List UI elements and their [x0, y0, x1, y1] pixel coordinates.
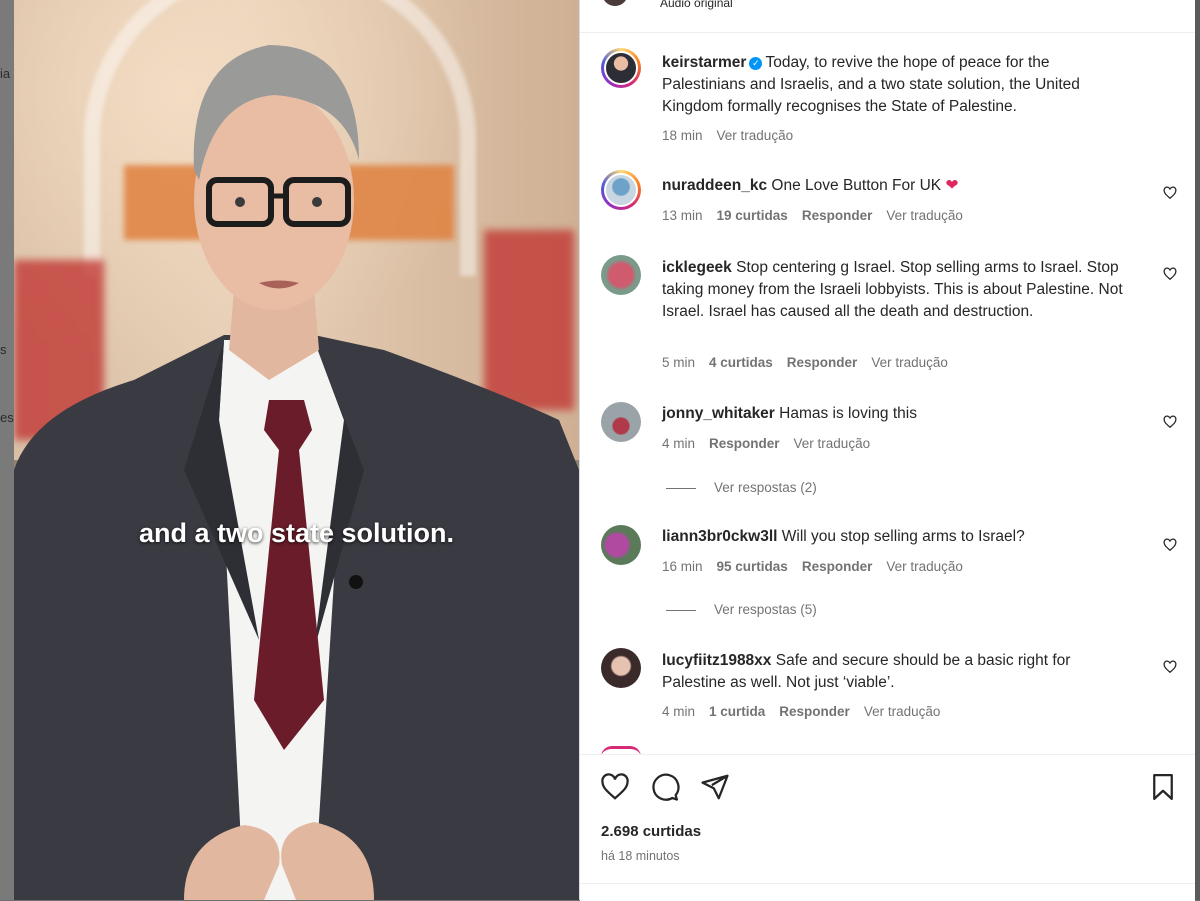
background-text-fragment: ia — [0, 66, 11, 81]
caption-meta: 18 min Ver tradução — [662, 128, 807, 143]
view-replies-label[interactable]: Ver respostas (2) — [714, 480, 817, 495]
translate-link[interactable]: Ver tradução — [794, 436, 871, 451]
translate-link[interactable]: Ver tradução — [886, 559, 963, 574]
red-heart-emoji: ❤ — [945, 177, 959, 194]
speaker-figure — [14, 45, 579, 900]
comment-body: nuraddeen_kc One Love Button For UK ❤ — [662, 175, 1132, 197]
comment-likes[interactable]: 1 curtida — [709, 704, 765, 719]
comment-body: liann3br0ckw3ll Will you stop selling ar… — [662, 526, 1132, 548]
avatar[interactable] — [601, 525, 641, 565]
like-comment-heart-icon[interactable] — [1163, 186, 1177, 200]
comment-meta: 4 min 1 curtida Responder Ver tradução — [662, 704, 954, 719]
reply-link[interactable]: Responder — [802, 208, 873, 223]
reply-link[interactable]: Responder — [787, 355, 858, 370]
comment-username[interactable]: icklegeek — [662, 259, 732, 276]
avatar[interactable] — [601, 48, 641, 88]
comment-body: lucyfiitz1988xx Safe and secure should b… — [662, 650, 1132, 694]
avatar[interactable] — [601, 170, 641, 210]
comment-time: 5 min — [662, 355, 696, 370]
reply-link[interactable]: Responder — [709, 436, 780, 451]
comment-text: Will you stop selling arms to Israel? — [781, 528, 1025, 545]
comment-username[interactable]: nuraddeen_kc — [662, 177, 767, 194]
comment-username[interactable]: lucyfiitz1988xx — [662, 652, 771, 669]
paper-plane-icon[interactable] — [700, 772, 730, 802]
background-text-fragment: s — [0, 342, 7, 357]
comment-time: 4 min — [662, 436, 696, 451]
comment-username[interactable]: jonny_whitaker — [662, 405, 775, 422]
caption-time: 18 min — [662, 128, 703, 143]
heart-icon[interactable] — [600, 772, 630, 802]
translate-link[interactable]: Ver tradução — [886, 208, 963, 223]
replies-divider-line — [666, 609, 696, 611]
verified-badge-icon: ✓ — [749, 57, 763, 70]
comment-meta: 13 min 19 curtidas Responder Ver tradução — [662, 208, 977, 223]
comment-body: icklegeek Stop centering g Israel. Stop … — [662, 257, 1132, 323]
comment-time: 13 min — [662, 208, 703, 223]
post-action-bar: 2.698 curtidas há 18 minutos — [580, 754, 1195, 901]
post-video[interactable]: and a two state solution. — [14, 0, 579, 900]
reply-link[interactable]: Responder — [802, 559, 873, 574]
avatar[interactable] — [601, 402, 641, 442]
reply-link[interactable]: Responder — [779, 704, 850, 719]
comment-meta: 16 min 95 curtidas Responder Ver tradução — [662, 559, 977, 574]
post-username[interactable]: keirstarmer — [662, 54, 746, 71]
comment-likes[interactable]: 95 curtidas — [717, 559, 788, 574]
comment-icon[interactable] — [650, 772, 680, 802]
like-comment-heart-icon[interactable] — [1163, 267, 1177, 281]
comment-username[interactable]: liann3br0ckw3ll — [662, 528, 777, 545]
translate-link[interactable]: Ver tradução — [864, 704, 941, 719]
translate-link[interactable]: Ver tradução — [871, 355, 948, 370]
caption-text-block: keirstarmer ✓ Today, to revive the hope of… — [662, 52, 1132, 118]
like-comment-heart-icon[interactable] — [1163, 538, 1177, 552]
avatar[interactable] — [601, 648, 641, 688]
likes-count[interactable]: 2.698 curtidas — [601, 823, 701, 840]
divider — [580, 883, 1195, 884]
comment-body: jonny_whitaker Hamas is loving this — [662, 403, 1132, 425]
audio-label[interactable]: Áudio original — [660, 0, 733, 10]
background-page: ia s es — [0, 0, 14, 900]
comment-text: Hamas is loving this — [779, 405, 917, 422]
comment-text: One Love Button For UK — [771, 177, 942, 194]
bookmark-icon[interactable] — [1148, 772, 1178, 802]
avatar[interactable] — [601, 255, 641, 295]
like-comment-heart-icon[interactable] — [1163, 660, 1177, 674]
post-header-strip: Áudio original — [580, 0, 1195, 33]
author-avatar-small[interactable] — [602, 0, 628, 6]
comment-likes[interactable]: 4 curtidas — [709, 355, 773, 370]
view-replies-button[interactable]: Ver respostas (2) — [666, 480, 817, 495]
background-text-fragment: es — [0, 410, 14, 425]
comment-text: Stop centering g Israel. Stop selling ar… — [662, 259, 1123, 320]
post-timestamp: há 18 minutos — [601, 849, 680, 863]
comment-time: 4 min — [662, 704, 696, 719]
comment-meta: 4 min Responder Ver tradução — [662, 436, 884, 451]
replies-divider-line — [666, 487, 696, 489]
view-replies-button[interactable]: Ver respostas (5) — [666, 602, 817, 617]
video-subtitle: and a two state solution. — [138, 518, 455, 548]
like-comment-heart-icon[interactable] — [1163, 415, 1177, 429]
comment-time: 16 min — [662, 559, 703, 574]
comments-panel: Áudio original keirstarmer ✓ Today, to rev… — [579, 0, 1195, 901]
view-replies-label[interactable]: Ver respostas (5) — [714, 602, 817, 617]
translate-link[interactable]: Ver tradução — [717, 128, 794, 143]
comment-meta: 5 min 4 curtidas Responder Ver tradução — [662, 355, 962, 370]
comment-likes[interactable]: 19 curtidas — [717, 208, 788, 223]
